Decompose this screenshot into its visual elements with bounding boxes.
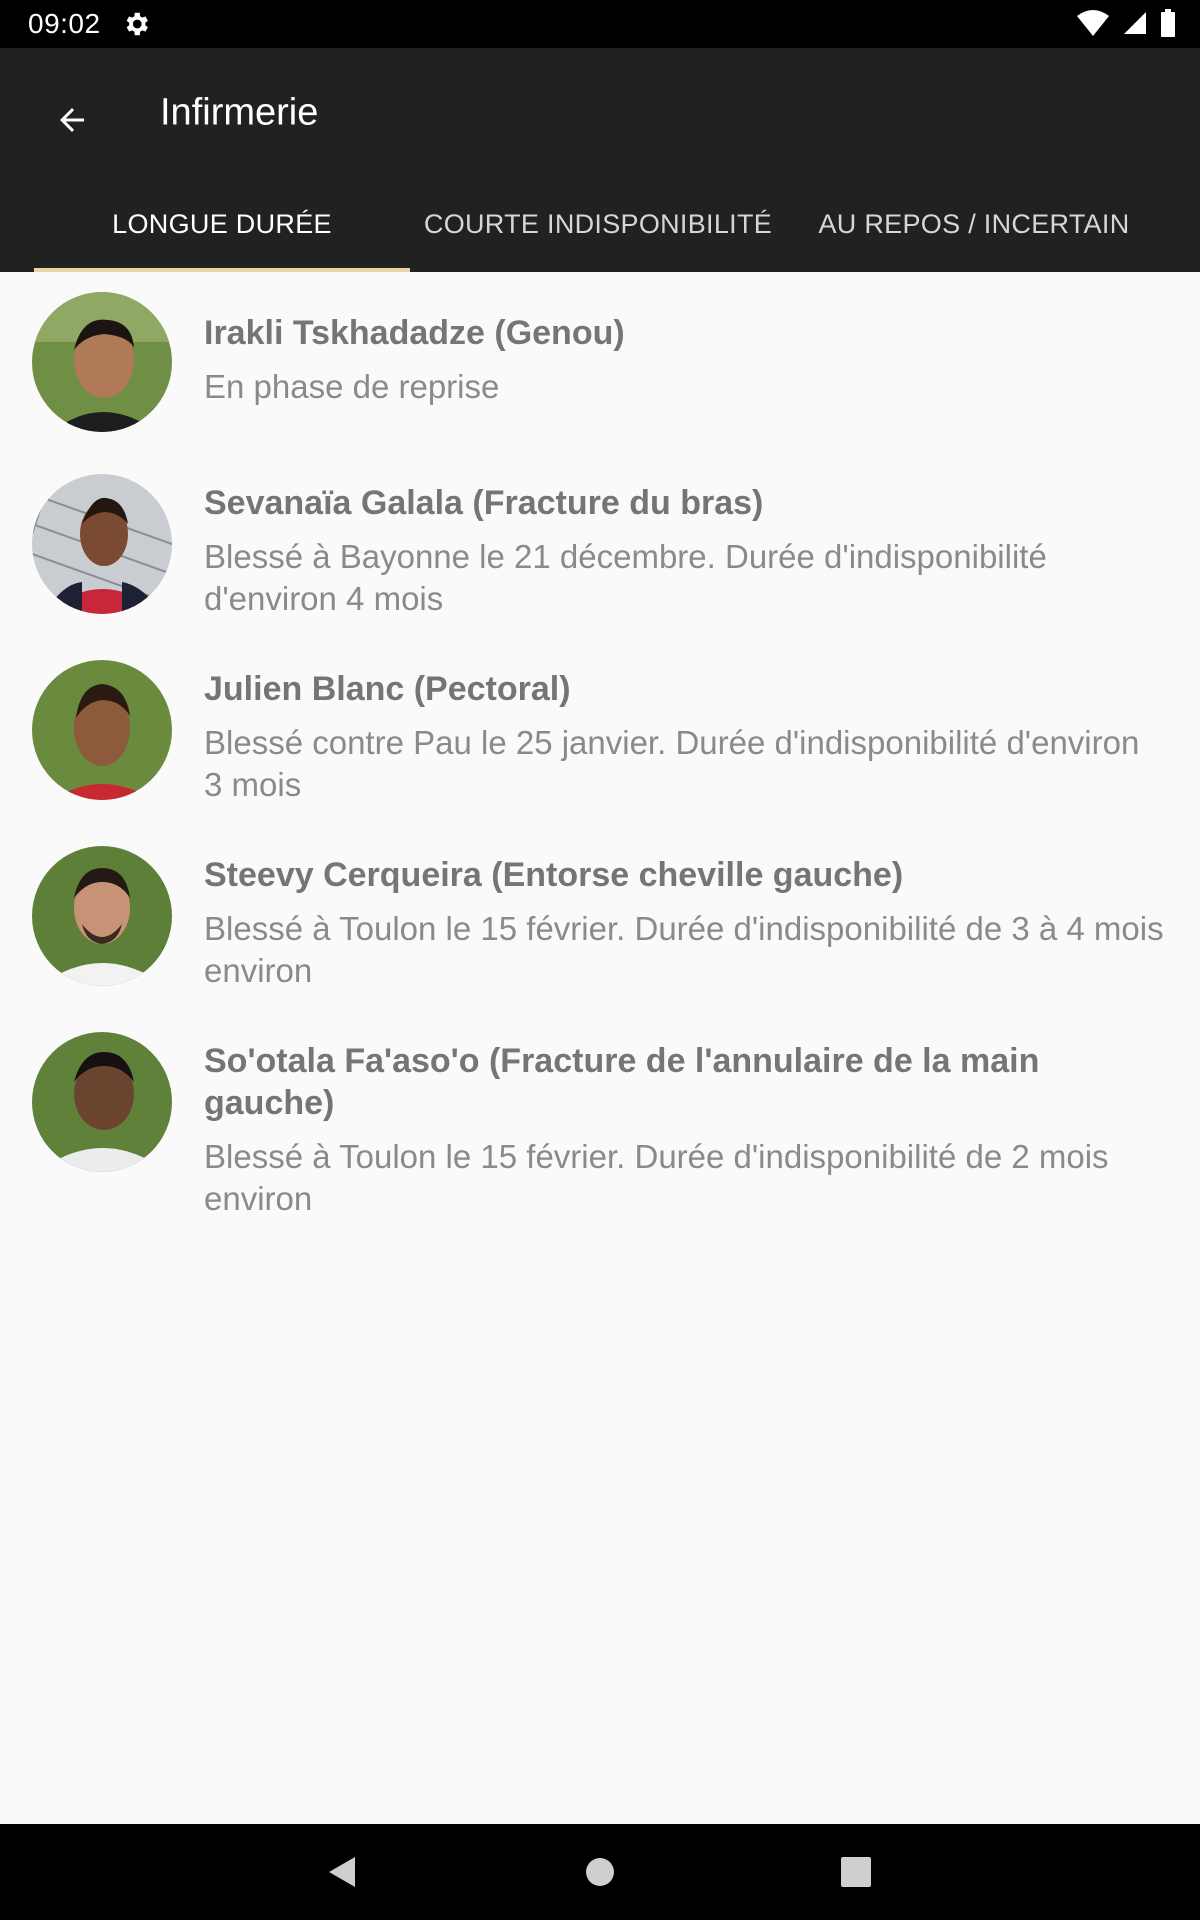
- injury-description: Blessé à Toulon le 15 février. Durée d'i…: [204, 1138, 1109, 1217]
- battery-icon: [1161, 9, 1175, 37]
- navigation-bar: [0, 1824, 1200, 1920]
- tab-au-repos-incertain[interactable]: AU REPOS / INCERTAIN: [786, 176, 1162, 272]
- player-name: Julien Blanc (Pectoral): [204, 670, 571, 708]
- nav-recents-button[interactable]: [832, 1848, 880, 1896]
- status-bar: 09:02: [0, 0, 1200, 48]
- back-button[interactable]: [40, 88, 104, 152]
- avatar: [32, 1032, 172, 1172]
- injury-description: Blessé contre Pau le 25 janvier. Durée d…: [204, 724, 1140, 803]
- circle-home-icon: [586, 1858, 614, 1886]
- nav-back-button[interactable]: [318, 1848, 366, 1896]
- tab-bar: LONGUE DURÉE COURTE INDISPONIBILITÉ AU R…: [0, 176, 1200, 272]
- tab-label: AU REPOS / INCERTAIN: [818, 208, 1130, 239]
- arrow-back-icon: [60, 108, 84, 132]
- list-item[interactable]: Steevy Cerqueira (Entorse cheville gauch…: [0, 826, 1200, 1012]
- list-item[interactable]: Sevanaïa Galala (Fracture du bras) Bless…: [0, 454, 1200, 640]
- square-recents-icon: [841, 1857, 871, 1887]
- injury-description: En phase de reprise: [204, 368, 500, 405]
- wifi-icon: [1077, 10, 1109, 36]
- player-name: Sevanaïa Galala (Fracture du bras): [204, 484, 764, 522]
- cellular-signal-icon: [1124, 12, 1146, 34]
- avatar: [32, 474, 172, 614]
- player-name: Steevy Cerqueira (Entorse cheville gauch…: [204, 856, 904, 894]
- avatar: [32, 846, 172, 986]
- nav-home-button[interactable]: [576, 1848, 624, 1896]
- avatar: [32, 292, 172, 432]
- status-time: 09:02: [28, 8, 101, 39]
- player-name: Irakli Tskhadadze (Genou): [204, 314, 625, 352]
- tab-courte-indisponibilite[interactable]: COURTE INDISPONIBILITÉ: [410, 176, 786, 272]
- page-title: Infirmerie: [160, 91, 319, 134]
- settings-gear-icon: [126, 12, 148, 36]
- list-item[interactable]: Julien Blanc (Pectoral) Blessé contre Pa…: [0, 640, 1200, 826]
- list-item[interactable]: So'otala Fa'aso'o (Fracture de l'annulai…: [0, 1012, 1200, 1217]
- tab-label: COURTE INDISPONIBILITÉ: [423, 208, 773, 239]
- player-name: So'otala Fa'aso'o (Fracture de l'annulai…: [204, 1042, 1040, 1122]
- list-item[interactable]: Irakli Tskhadadze (Genou) En phase de re…: [0, 272, 1200, 454]
- tab-label: LONGUE DURÉE: [112, 208, 332, 239]
- app-bar: Infirmerie LONGUE DURÉE COURTE INDISPONI…: [0, 48, 1200, 272]
- injury-description: Blessé à Bayonne le 21 décembre. Durée d…: [204, 538, 1047, 617]
- injury-description: Blessé à Toulon le 15 février. Durée d'i…: [204, 910, 1164, 989]
- tab-longue-duree[interactable]: LONGUE DURÉE: [34, 176, 410, 272]
- triangle-back-icon: [329, 1857, 355, 1887]
- avatar: [32, 660, 172, 800]
